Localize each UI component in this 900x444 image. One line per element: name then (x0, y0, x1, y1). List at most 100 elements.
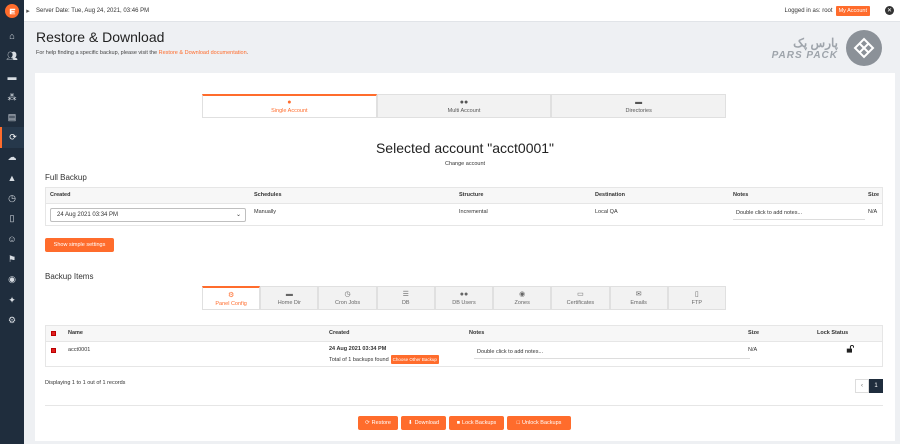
table-row: acct0001 24 Aug 2021 03:34 PM Total of 1… (46, 342, 882, 368)
download-label: Download (414, 420, 440, 426)
tab-panel-config[interactable]: ⚙ Panel Config (202, 286, 261, 310)
home-icon[interactable]: ⌂ (0, 26, 24, 46)
cloud-upload-icon[interactable]: ☁ (0, 148, 24, 168)
change-account-link[interactable]: Change account (35, 161, 895, 167)
unlock-icon[interactable] (846, 344, 855, 355)
backup-items-title: Backup Items (45, 272, 94, 281)
chevron-down-icon: ⌄ (235, 212, 241, 218)
tab-label: Cron Jobs (335, 300, 361, 306)
server-date: Server Date: Tue, Aug 24, 2021, 03:46 PM (36, 7, 150, 14)
file-icon: ▯ (694, 291, 699, 298)
tab-db[interactable]: ☰ DB (376, 286, 435, 310)
lock-label: Lock Backups (462, 420, 497, 426)
records-summary: Displaying 1 to 1 out of 1 records (45, 380, 126, 386)
show-simple-settings-button[interactable]: Show simple settings (45, 238, 114, 252)
tab-label: Home Dir (277, 299, 301, 306)
top-bar: ▸ Server Date: Tue, Aug 24, 2021, 03:46 … (24, 0, 900, 22)
backup-item-tabs: ⚙ Panel Config ▬ Home Dir ◷ Cron Jobs ☰ … (202, 286, 726, 310)
tab-label: Emails (630, 300, 647, 306)
tab-directories[interactable]: ▬ Directories (551, 94, 727, 118)
restore-button[interactable]: ⟳ Restore (358, 416, 398, 430)
col-schedules: Schedules (254, 192, 282, 198)
brand-name-en: PARS PACK (771, 49, 838, 61)
unlock-backups-button[interactable]: □ Unlock Backups (507, 416, 571, 430)
user-icon: ● (287, 99, 292, 106)
tab-ftp[interactable]: ▯ FTP (667, 286, 726, 310)
documentation-link[interactable]: Restore & Download documentation (159, 50, 247, 56)
cluster-icon[interactable]: ⁂ (0, 87, 24, 107)
folder-icon: ▬ (285, 290, 293, 298)
tab-db-users[interactable]: ●● DB Users (434, 286, 494, 310)
certificate-icon: ▭ (577, 291, 584, 298)
tab-emails[interactable]: ✉ Emails (609, 286, 668, 310)
unlock-icon: □ (516, 420, 520, 426)
folder-icon: ▬ (635, 98, 643, 106)
notes-field[interactable]: Double click to add notes... (733, 208, 865, 220)
map-pin-icon: ◉ (519, 291, 526, 298)
item-size: N/A (748, 347, 758, 353)
item-name: acct0001 (68, 347, 91, 353)
backup-date-select[interactable]: 24 Aug 2021 03:34 PM ⌄ (50, 208, 246, 222)
tab-home-dir[interactable]: ▬ Home Dir (260, 286, 319, 310)
previous-page-button[interactable]: ‹ (855, 379, 869, 393)
download-button[interactable]: ⬇ Download (401, 416, 446, 430)
col-size: Size (868, 192, 880, 198)
envelope-icon: ✉ (635, 291, 642, 298)
tab-label: Panel Config (215, 300, 247, 307)
table-header: Created Schedules Structure Destination … (46, 188, 882, 204)
users-icon: ●● (459, 98, 469, 106)
gear-icon: ⚙ (227, 291, 235, 299)
flag-icon[interactable]: ⚑ (0, 249, 24, 269)
tab-single-account[interactable]: ● Single Account (202, 94, 377, 118)
unlock-label: Unlock Backups (521, 420, 562, 426)
table-header: Name Created Notes Size Lock Status (46, 326, 882, 342)
restore-icon[interactable]: ⟳ (0, 127, 24, 148)
file-icon[interactable]: ▯ (0, 209, 24, 229)
warning-icon[interactable]: ▲ (0, 168, 24, 188)
my-account-button[interactable]: My Account (835, 5, 870, 16)
col-notes: Notes (733, 192, 749, 198)
download-icon: ⬇ (407, 420, 413, 426)
size-value: N/A (868, 209, 878, 215)
folder-icon[interactable]: ▬ (0, 67, 24, 87)
full-backup-table: Created Schedules Structure Destination … (45, 187, 883, 226)
brand-name-fa: پارس پک (793, 35, 838, 50)
tab-label: Directories (625, 107, 652, 114)
col-lock-status: Lock Status (817, 330, 849, 336)
notes-field[interactable]: Double click to add notes... (474, 347, 750, 359)
database-icon: ☰ (402, 291, 409, 298)
settings-icon[interactable]: ✦ (0, 290, 24, 310)
col-created: Created (50, 192, 71, 198)
col-name: Name (68, 330, 83, 336)
tab-label: DB (401, 300, 410, 306)
plugin-icon[interactable]: ◉ (0, 270, 24, 290)
brand-logo-icon (846, 30, 882, 66)
tab-multi-account[interactable]: ●● Multi Account (376, 94, 552, 118)
help-prefix: For help finding a specific backup, plea… (36, 50, 158, 56)
selected-date: 24 Aug 2021 03:34 PM (57, 212, 119, 218)
col-structure: Structure (459, 192, 484, 198)
main-panel: ● Single Account ●● Multi Account ▬ Dire… (35, 73, 895, 441)
tab-certificates[interactable]: ▭ Certificates (551, 286, 610, 310)
lock-backups-button[interactable]: ■ Lock Backups (449, 416, 504, 430)
app-logo[interactable] (0, 0, 24, 22)
tab-label: Single Account (271, 108, 308, 114)
choose-other-backup-button[interactable]: Choose Other Backup (390, 355, 439, 364)
table-row: 24 Aug 2021 03:34 PM ⌄ Manually Incremen… (46, 204, 882, 226)
full-backup-title: Full Backup (45, 173, 87, 182)
close-icon[interactable]: ✕ (885, 6, 894, 15)
tab-label: Multi Account (447, 107, 481, 114)
gear-icon[interactable]: ⚙ (0, 310, 24, 330)
menu-toggle-icon[interactable]: ▸ (24, 0, 32, 22)
server-icon[interactable]: ▤ (0, 107, 24, 127)
select-all-checkbox[interactable] (51, 331, 56, 336)
row-checkbox[interactable] (51, 348, 56, 353)
tab-cron-jobs[interactable]: ◷ Cron Jobs (318, 286, 377, 310)
users-icon[interactable]: 👥︎ (0, 46, 24, 66)
user-group-icon[interactable]: ☺ (0, 229, 24, 249)
account-tabs: ● Single Account ●● Multi Account ▬ Dire… (202, 94, 727, 118)
tab-zones[interactable]: ◉ Zones (493, 286, 552, 310)
clock-icon[interactable]: ◷ (0, 188, 24, 208)
divider (45, 405, 883, 406)
page-1-button[interactable]: 1 (869, 379, 883, 393)
